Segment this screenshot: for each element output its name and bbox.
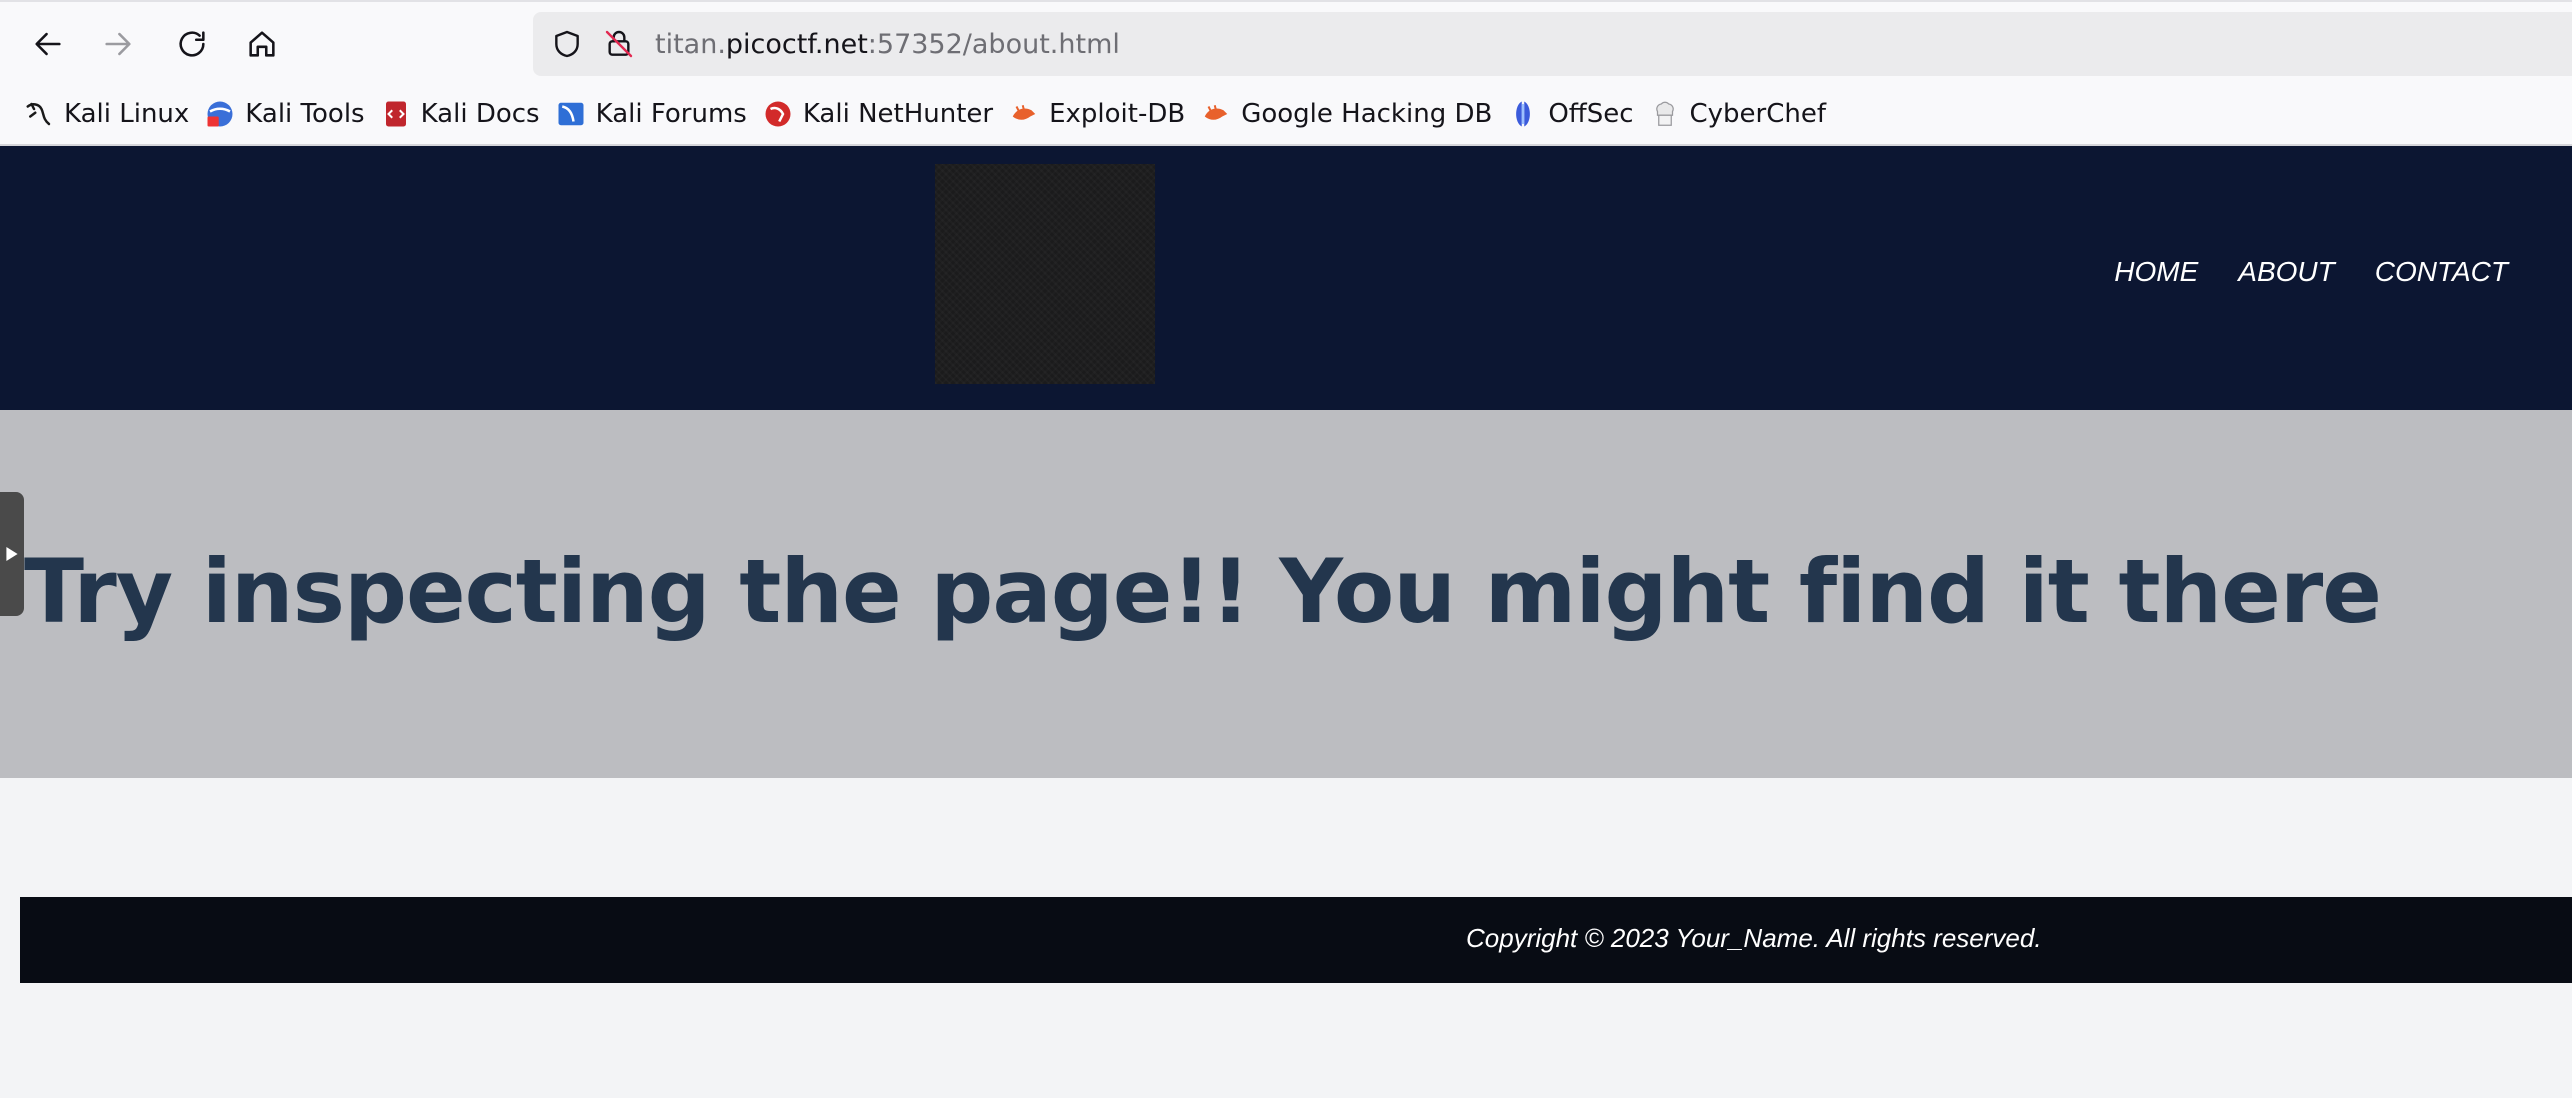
- insecure-lock-icon[interactable]: [599, 24, 639, 64]
- footer-copyright: Copyright © 2023 Your_Name. All rights r…: [1466, 923, 2042, 953]
- site-logo[interactable]: [935, 164, 1155, 384]
- bookmark-label: CyberChef: [1689, 99, 1827, 129]
- arrow-right-icon: [105, 32, 131, 56]
- kali-dragon-icon: [24, 99, 54, 129]
- bookmark-cyberchef[interactable]: CyberChef: [1646, 92, 1833, 136]
- site-footer: Copyright © 2023 Your_Name. All rights r…: [20, 897, 2572, 983]
- home-icon: [249, 31, 275, 57]
- caret-right-icon: [6, 547, 18, 561]
- nav-about-link[interactable]: ABOUT: [2238, 256, 2334, 288]
- exploit-db-icon: [1009, 99, 1039, 129]
- bookmark-label: Kali Forums: [595, 99, 747, 129]
- hero-title: Try inspecting the page!! You might find…: [24, 540, 2382, 643]
- hero-section: Try inspecting the page!! You might find…: [0, 410, 2572, 778]
- nav-home-link[interactable]: HOME: [2114, 256, 2198, 288]
- bookmark-label: OffSec: [1548, 99, 1634, 129]
- bookmark-kali-docs[interactable]: Kali Docs: [377, 92, 546, 136]
- bookmark-kali-nethunter[interactable]: Kali NetHunter: [759, 92, 999, 136]
- bookmark-kali-linux[interactable]: Kali Linux: [20, 92, 195, 136]
- bookmark-label: Kali NetHunter: [802, 99, 994, 129]
- bookmark-kali-forums[interactable]: Kali Forums: [552, 92, 753, 136]
- ghdb-icon: [1201, 99, 1231, 129]
- bookmark-label: Exploit-DB: [1049, 99, 1186, 129]
- bookmarks-bar: Kali Linux Kali Tools Kali Docs Kali For…: [0, 84, 2572, 146]
- url-suffix: :57352/about.html: [867, 28, 1120, 60]
- kali-forums-icon: [556, 99, 586, 129]
- bookmark-google-hacking-db[interactable]: Google Hacking DB: [1197, 92, 1498, 136]
- url-bar[interactable]: titan.picoctf.net:57352/about.html: [533, 12, 2572, 76]
- sidebar-toggle-handle[interactable]: [0, 492, 24, 616]
- bookmark-label: Kali Linux: [64, 99, 190, 129]
- nav-contact-link[interactable]: CONTACT: [2375, 256, 2508, 288]
- arrow-left-icon: [35, 32, 61, 56]
- bookmark-label: Google Hacking DB: [1241, 99, 1493, 129]
- site-nav: HOME ABOUT CONTACT: [2114, 256, 2508, 288]
- browser-toolbar: titan.picoctf.net:57352/about.html: [0, 0, 2572, 84]
- kali-nethunter-icon: [763, 99, 793, 129]
- reload-button[interactable]: [164, 20, 220, 68]
- bookmark-label: Kali Docs: [420, 99, 540, 129]
- reload-icon: [179, 31, 205, 57]
- back-button[interactable]: [20, 20, 76, 68]
- site-header: HOME ABOUT CONTACT: [0, 146, 2572, 410]
- forward-button[interactable]: [90, 20, 146, 68]
- bookmark-exploit-db[interactable]: Exploit-DB: [1005, 92, 1191, 136]
- offsec-icon: [1508, 99, 1538, 129]
- kali-tools-icon: [205, 99, 235, 129]
- url-prefix: titan.: [655, 28, 726, 60]
- bookmark-label: Kali Tools: [245, 99, 365, 129]
- bookmark-kali-tools[interactable]: Kali Tools: [201, 92, 370, 136]
- url-text[interactable]: titan.picoctf.net:57352/about.html: [655, 29, 1120, 60]
- shield-icon[interactable]: [547, 24, 587, 64]
- home-button[interactable]: [234, 20, 290, 68]
- bookmark-offsec[interactable]: OffSec: [1504, 92, 1639, 136]
- cyberchef-icon: [1650, 99, 1680, 129]
- kali-docs-icon: [381, 99, 411, 129]
- url-host: picoctf.net: [725, 28, 868, 60]
